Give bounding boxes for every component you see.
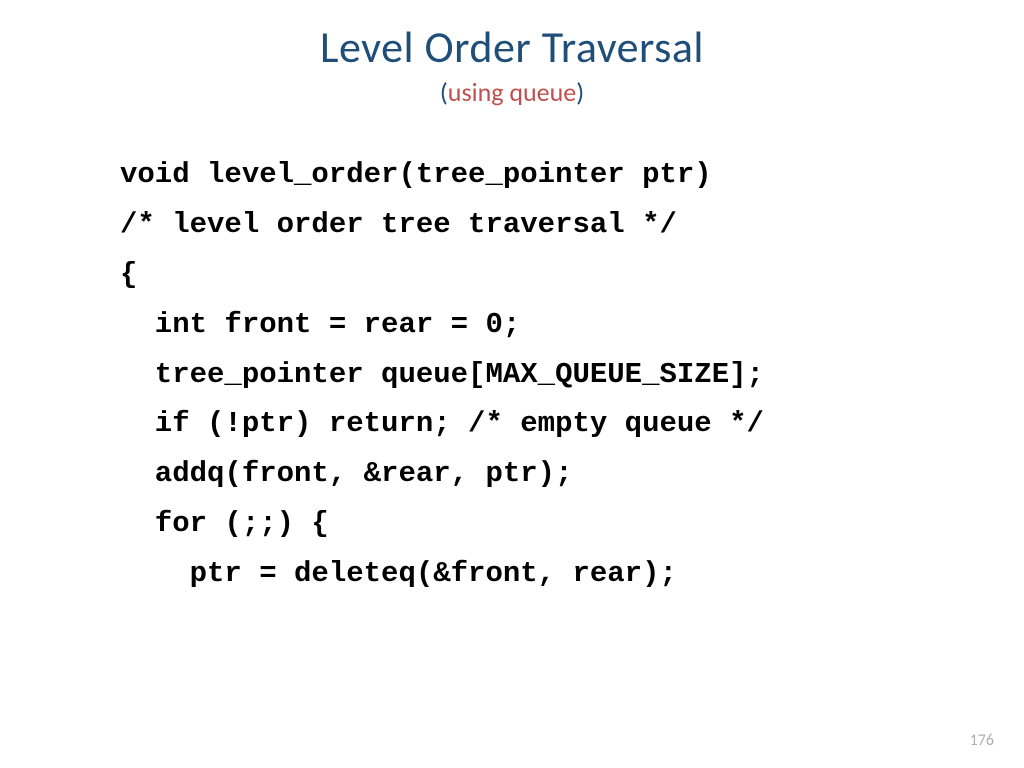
code-line: tree_pointer queue[MAX_QUEUE_SIZE];: [120, 358, 764, 391]
slide: Level Order Traversal (using queue) void…: [0, 0, 1024, 768]
code-line: int front = rear = 0;: [120, 308, 520, 341]
code-line: if (!ptr) return; /* empty queue */: [120, 407, 764, 440]
code-line: void level_order(tree_pointer ptr): [120, 158, 712, 191]
slide-title: Level Order Traversal: [0, 20, 1024, 74]
code-line: {: [120, 258, 137, 291]
code-line: addq(front, &rear, ptr);: [120, 457, 572, 490]
paren-open: (: [440, 76, 448, 108]
code-line: /* level order tree traversal */: [120, 208, 677, 241]
slide-subtitle: (using queue): [0, 76, 1024, 108]
code-line: for (;;) {: [120, 507, 329, 540]
paren-close: ): [576, 76, 584, 108]
page-number: 176: [970, 731, 994, 750]
subtitle-text: using queue: [448, 76, 576, 108]
code-block: void level_order(tree_pointer ptr) /* le…: [0, 150, 1024, 599]
code-line: ptr = deleteq(&front, rear);: [120, 557, 677, 590]
